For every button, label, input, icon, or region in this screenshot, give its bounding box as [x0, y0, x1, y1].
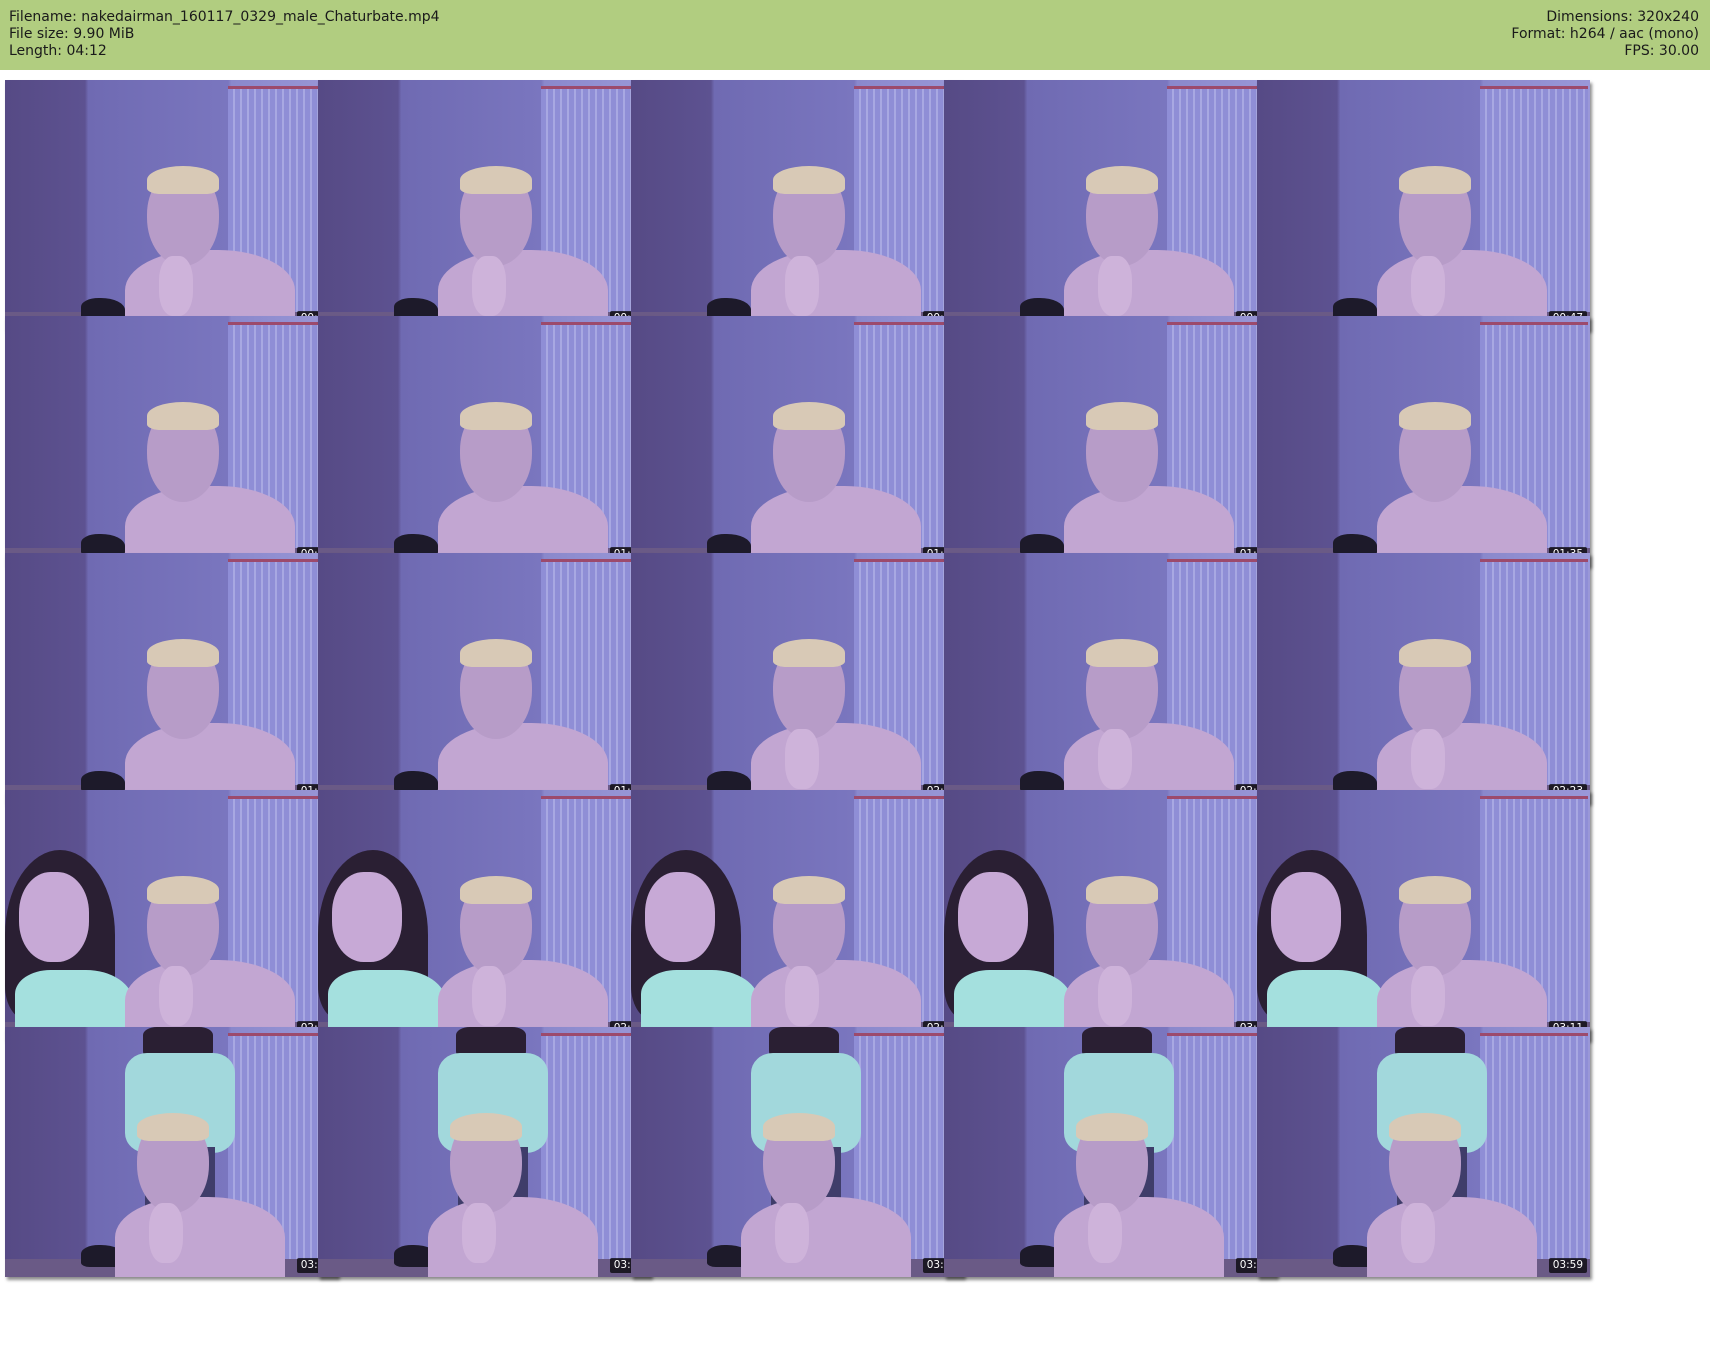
man-figure — [751, 639, 921, 803]
video-thumbnail: 01:16 — [631, 316, 964, 566]
video-thumbnail: 03:11 — [1257, 790, 1590, 1040]
man-figure — [1367, 1113, 1537, 1277]
man-figure — [125, 402, 295, 566]
video-thumbnail: 01:54 — [318, 553, 651, 803]
dimensions-text: Dimensions: 320x240 — [1546, 9, 1699, 25]
video-thumbnail: 03:49 — [944, 1027, 1277, 1277]
video-thumbnail: 00:38 — [944, 80, 1277, 330]
man-figure — [1054, 1113, 1224, 1277]
file-meta-right: Dimensions: 320x240 Format: h264 / aac (… — [1511, 9, 1699, 60]
man-figure — [438, 639, 608, 803]
man-figure — [1377, 402, 1547, 566]
video-thumbnail: 01:45 — [5, 553, 338, 803]
video-thumbnail: 02:13 — [944, 553, 1277, 803]
info-header: Filename: nakedairman_160117_0329_male_C… — [0, 0, 1710, 70]
video-thumbnail: 02:23 — [1257, 553, 1590, 803]
video-thumbnail: 00:28 — [631, 80, 964, 330]
video-thumbnail: 02:33 — [5, 790, 338, 1040]
woman-figure — [5, 850, 135, 1040]
file-meta-left: Filename: nakedairman_160117_0329_male_C… — [9, 9, 440, 60]
video-thumbnail: 00:47 — [1257, 80, 1590, 330]
woman-figure — [1257, 850, 1387, 1040]
man-figure — [1377, 876, 1547, 1040]
video-thumbnail: 00:57 — [5, 316, 338, 566]
man-figure — [1064, 166, 1234, 330]
man-figure — [125, 166, 295, 330]
man-figure — [751, 402, 921, 566]
man-figure — [751, 876, 921, 1040]
man-figure — [438, 166, 608, 330]
man-figure — [751, 166, 921, 330]
video-thumbnail: 03:30 — [318, 1027, 651, 1277]
video-thumbnail: 01:26 — [944, 316, 1277, 566]
woman-figure — [944, 850, 1074, 1040]
man-figure — [1377, 639, 1547, 803]
thumbnail-grid: 00:0900:1900:2800:3800:47 00:5701:0601:16… — [5, 80, 1705, 1367]
video-thumbnail: 03:20 — [5, 1027, 338, 1277]
video-thumbnail: 03:01 — [944, 790, 1277, 1040]
video-thumbnail: 03:39 — [631, 1027, 964, 1277]
video-thumbnail: 02:52 — [631, 790, 964, 1040]
man-figure — [125, 639, 295, 803]
format-text: Format: h264 / aac (mono) — [1511, 26, 1699, 42]
man-figure — [115, 1113, 285, 1277]
length-text: Length: 04:12 — [9, 43, 107, 59]
video-thumbnail: 01:35 — [1257, 316, 1590, 566]
man-figure — [125, 876, 295, 1040]
man-figure — [428, 1113, 598, 1277]
man-figure — [1064, 639, 1234, 803]
man-figure — [438, 402, 608, 566]
filename-text: Filename: nakedairman_160117_0329_male_C… — [9, 9, 440, 25]
woman-figure — [631, 850, 761, 1040]
filesize-text: File size: 9.90 MiB — [9, 26, 135, 42]
man-figure — [1064, 876, 1234, 1040]
man-figure — [741, 1113, 911, 1277]
fps-text: FPS: 30.00 — [1624, 43, 1699, 59]
video-thumbnail: 00:19 — [318, 80, 651, 330]
video-thumbnail: 02:04 — [631, 553, 964, 803]
woman-figure — [318, 850, 448, 1040]
man-figure — [1377, 166, 1547, 330]
video-thumbnail: 00:09 — [5, 80, 338, 330]
video-thumbnail: 03:59 — [1257, 1027, 1590, 1277]
video-thumbnail: 02:42 — [318, 790, 651, 1040]
man-figure — [438, 876, 608, 1040]
thumbnail-timestamp: 03:59 — [1548, 1258, 1587, 1273]
video-thumbnail: 01:06 — [318, 316, 651, 566]
man-figure — [1064, 402, 1234, 566]
